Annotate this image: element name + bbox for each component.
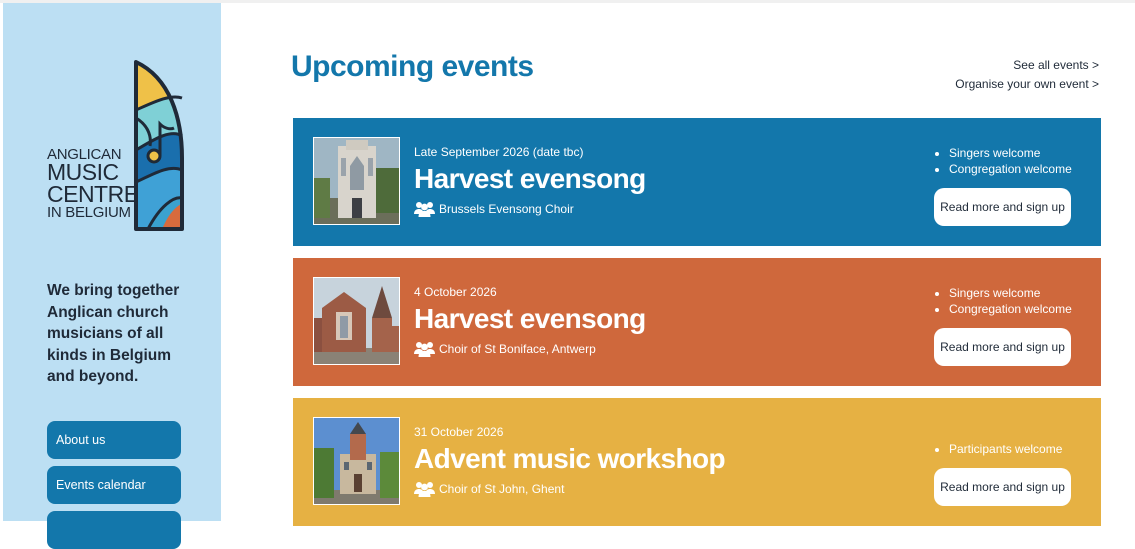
read-more-signup-button[interactable]: Read more and sign up bbox=[934, 328, 1071, 366]
logo-wordmark[interactable]: ANGLICAN MUSIC CENTRE IN BELGIUM bbox=[47, 147, 139, 221]
event-choir: Brussels Evensong Choir bbox=[414, 201, 574, 217]
welcome-item: Congregation welcome bbox=[949, 161, 1072, 177]
people-group-icon bbox=[414, 342, 435, 357]
event-title[interactable]: Harvest evensong bbox=[414, 163, 646, 195]
stained-glass-logo-icon[interactable] bbox=[130, 58, 186, 234]
event-card[interactable]: 4 October 2026 Harvest evensong Choir of… bbox=[293, 258, 1101, 386]
event-title[interactable]: Harvest evensong bbox=[414, 303, 646, 335]
welcome-item: Singers welcome bbox=[949, 145, 1072, 161]
read-more-signup-button[interactable]: Read more and sign up bbox=[934, 468, 1071, 506]
event-photo[interactable] bbox=[313, 417, 400, 505]
welcome-list: Singers welcome Congregation welcome bbox=[933, 145, 1072, 177]
event-choir-name: Brussels Evensong Choir bbox=[439, 202, 574, 216]
tagline: We bring together Anglican church musici… bbox=[47, 282, 180, 385]
welcome-item: Singers welcome bbox=[949, 285, 1072, 301]
nav-events-calendar[interactable]: Events calendar bbox=[47, 466, 181, 504]
event-date: 4 October 2026 bbox=[414, 285, 497, 299]
logo-line-4: IN BELGIUM bbox=[47, 203, 131, 221]
header-links: See all events > Organise your own event… bbox=[955, 56, 1099, 94]
event-choir: Choir of St John, Ghent bbox=[414, 481, 564, 497]
event-choir-name: Choir of St John, Ghent bbox=[439, 482, 565, 496]
see-all-events-link[interactable]: See all events > bbox=[955, 56, 1099, 75]
event-card[interactable]: Late September 2026 (date tbc) Harvest e… bbox=[293, 118, 1101, 246]
nav-item-3[interactable] bbox=[47, 511, 181, 549]
welcome-list: Singers welcome Congregation welcome bbox=[933, 285, 1072, 317]
event-choir-name: Choir of St Boniface, Antwerp bbox=[439, 342, 596, 356]
event-date: 31 October 2026 bbox=[414, 425, 504, 439]
read-more-signup-button[interactable]: Read more and sign up bbox=[934, 188, 1071, 226]
welcome-item: Congregation welcome bbox=[949, 301, 1072, 317]
event-choir: Choir of St Boniface, Antwerp bbox=[414, 341, 596, 357]
event-title[interactable]: Advent music workshop bbox=[414, 443, 726, 475]
people-group-icon bbox=[414, 482, 435, 497]
event-photo[interactable] bbox=[313, 277, 400, 365]
event-card[interactable]: 31 October 2026 Advent music workshop Ch… bbox=[293, 398, 1101, 526]
logo-line-3: CENTRE bbox=[47, 181, 139, 208]
people-group-icon bbox=[414, 202, 435, 217]
welcome-item: Participants welcome bbox=[949, 441, 1062, 457]
event-date: Late September 2026 (date tbc) bbox=[414, 145, 584, 159]
nav-about-us[interactable]: About us bbox=[47, 421, 181, 459]
event-photo[interactable] bbox=[313, 137, 400, 225]
page-title: Upcoming events bbox=[291, 50, 534, 83]
welcome-list: Participants welcome bbox=[933, 441, 1062, 457]
organise-event-link[interactable]: Organise your own event > bbox=[955, 75, 1099, 94]
